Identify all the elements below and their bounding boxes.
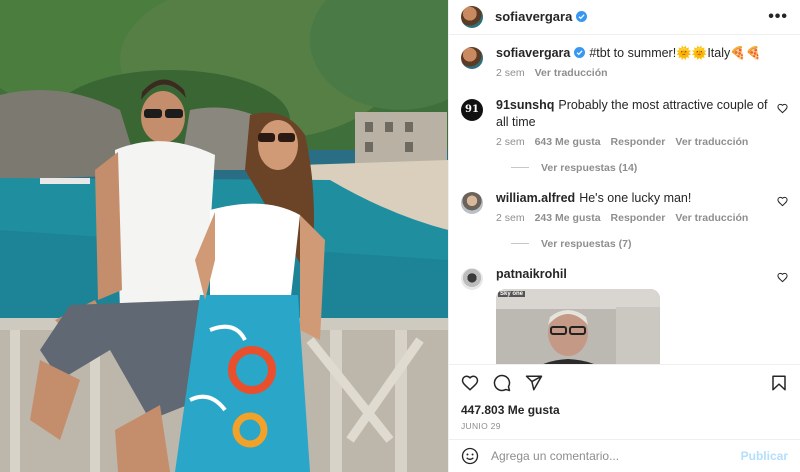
verified-icon — [576, 11, 588, 23]
share-icon[interactable] — [525, 374, 543, 392]
comment-username[interactable]: 91sunshq — [496, 98, 554, 112]
caption-avatar[interactable] — [461, 46, 483, 69]
reply-button[interactable]: Responder — [611, 136, 666, 148]
more-icon[interactable]: ••• — [768, 8, 788, 26]
replies-divider — [511, 243, 529, 245]
heart-icon[interactable] — [777, 196, 788, 207]
comment-username[interactable]: william.alfred — [496, 191, 575, 205]
post-photo[interactable] — [0, 0, 448, 472]
comment-likes[interactable]: 243 Me gusta — [535, 212, 601, 224]
gif-badge: Sky one — [498, 290, 526, 297]
post-date[interactable]: JUNIO 29 — [449, 421, 800, 431]
post-actions — [449, 363, 800, 402]
comment-time: 2 sem — [496, 211, 525, 224]
comment-likes[interactable]: 643 Me gusta — [535, 136, 601, 148]
translate-button[interactable]: Ver traducción — [675, 212, 748, 224]
heart-icon[interactable] — [461, 374, 479, 392]
comment-input[interactable] — [491, 449, 741, 464]
photo-illustration — [0, 0, 448, 472]
view-replies-button[interactable]: Ver respuestas (7) — [511, 238, 788, 250]
comment-text: He's one lucky man! — [579, 190, 692, 205]
bookmark-icon[interactable] — [770, 374, 788, 392]
author-username[interactable]: sofiavergara — [495, 9, 572, 24]
comment-composer: Publicar — [449, 439, 800, 472]
comment-item: patnaikrohil Sky one — [461, 266, 788, 364]
comment-icon[interactable] — [493, 374, 511, 392]
comments-list[interactable]: sofiavergara #tbt to summer!🌞🌞Italy🍕🍕 2 s… — [449, 35, 800, 364]
post-sidebar: sofiavergara ••• sofiavergara #tbt to sum… — [448, 0, 800, 472]
comment-item: 91 91sunshq Probably the most attractive … — [461, 97, 788, 148]
emoji-icon[interactable] — [461, 447, 479, 465]
comment-gif[interactable]: Sky one — [496, 288, 660, 364]
reply-button[interactable]: Responder — [611, 212, 666, 224]
caption-time: 2 sem — [496, 66, 525, 79]
comment-avatar[interactable]: 91 — [461, 98, 483, 121]
comment-avatar[interactable] — [461, 267, 483, 290]
heart-icon[interactable] — [777, 103, 788, 114]
verified-icon — [574, 46, 586, 58]
publish-button[interactable]: Publicar — [741, 449, 788, 463]
caption-text: #tbt to summer!🌞🌞Italy🍕🍕 — [589, 45, 762, 60]
author-avatar[interactable] — [461, 5, 483, 28]
comment-avatar[interactable] — [461, 191, 483, 214]
post-viewer: sofiavergara ••• sofiavergara #tbt to sum… — [0, 0, 800, 472]
gif-image — [496, 288, 660, 364]
likes-count[interactable]: 447.803 Me gusta — [449, 402, 800, 418]
comment-time: 2 sem — [496, 135, 525, 148]
comment-item: william.alfred He's one lucky man! 2 sem … — [461, 190, 788, 224]
view-replies-button[interactable]: Ver respuestas (14) — [511, 162, 788, 174]
post-header: sofiavergara ••• — [449, 0, 800, 35]
heart-icon[interactable] — [777, 272, 788, 283]
caption-username[interactable]: sofiavergara — [496, 46, 570, 60]
replies-divider — [511, 167, 529, 169]
translate-button[interactable]: Ver traducción — [535, 67, 608, 79]
view-replies-label: Ver respuestas (14) — [541, 161, 638, 174]
caption: sofiavergara #tbt to summer!🌞🌞Italy🍕🍕 2 s… — [461, 45, 788, 79]
comment-username[interactable]: patnaikrohil — [496, 267, 567, 281]
view-replies-label: Ver respuestas (7) — [541, 237, 632, 250]
translate-button[interactable]: Ver traducción — [675, 136, 748, 148]
